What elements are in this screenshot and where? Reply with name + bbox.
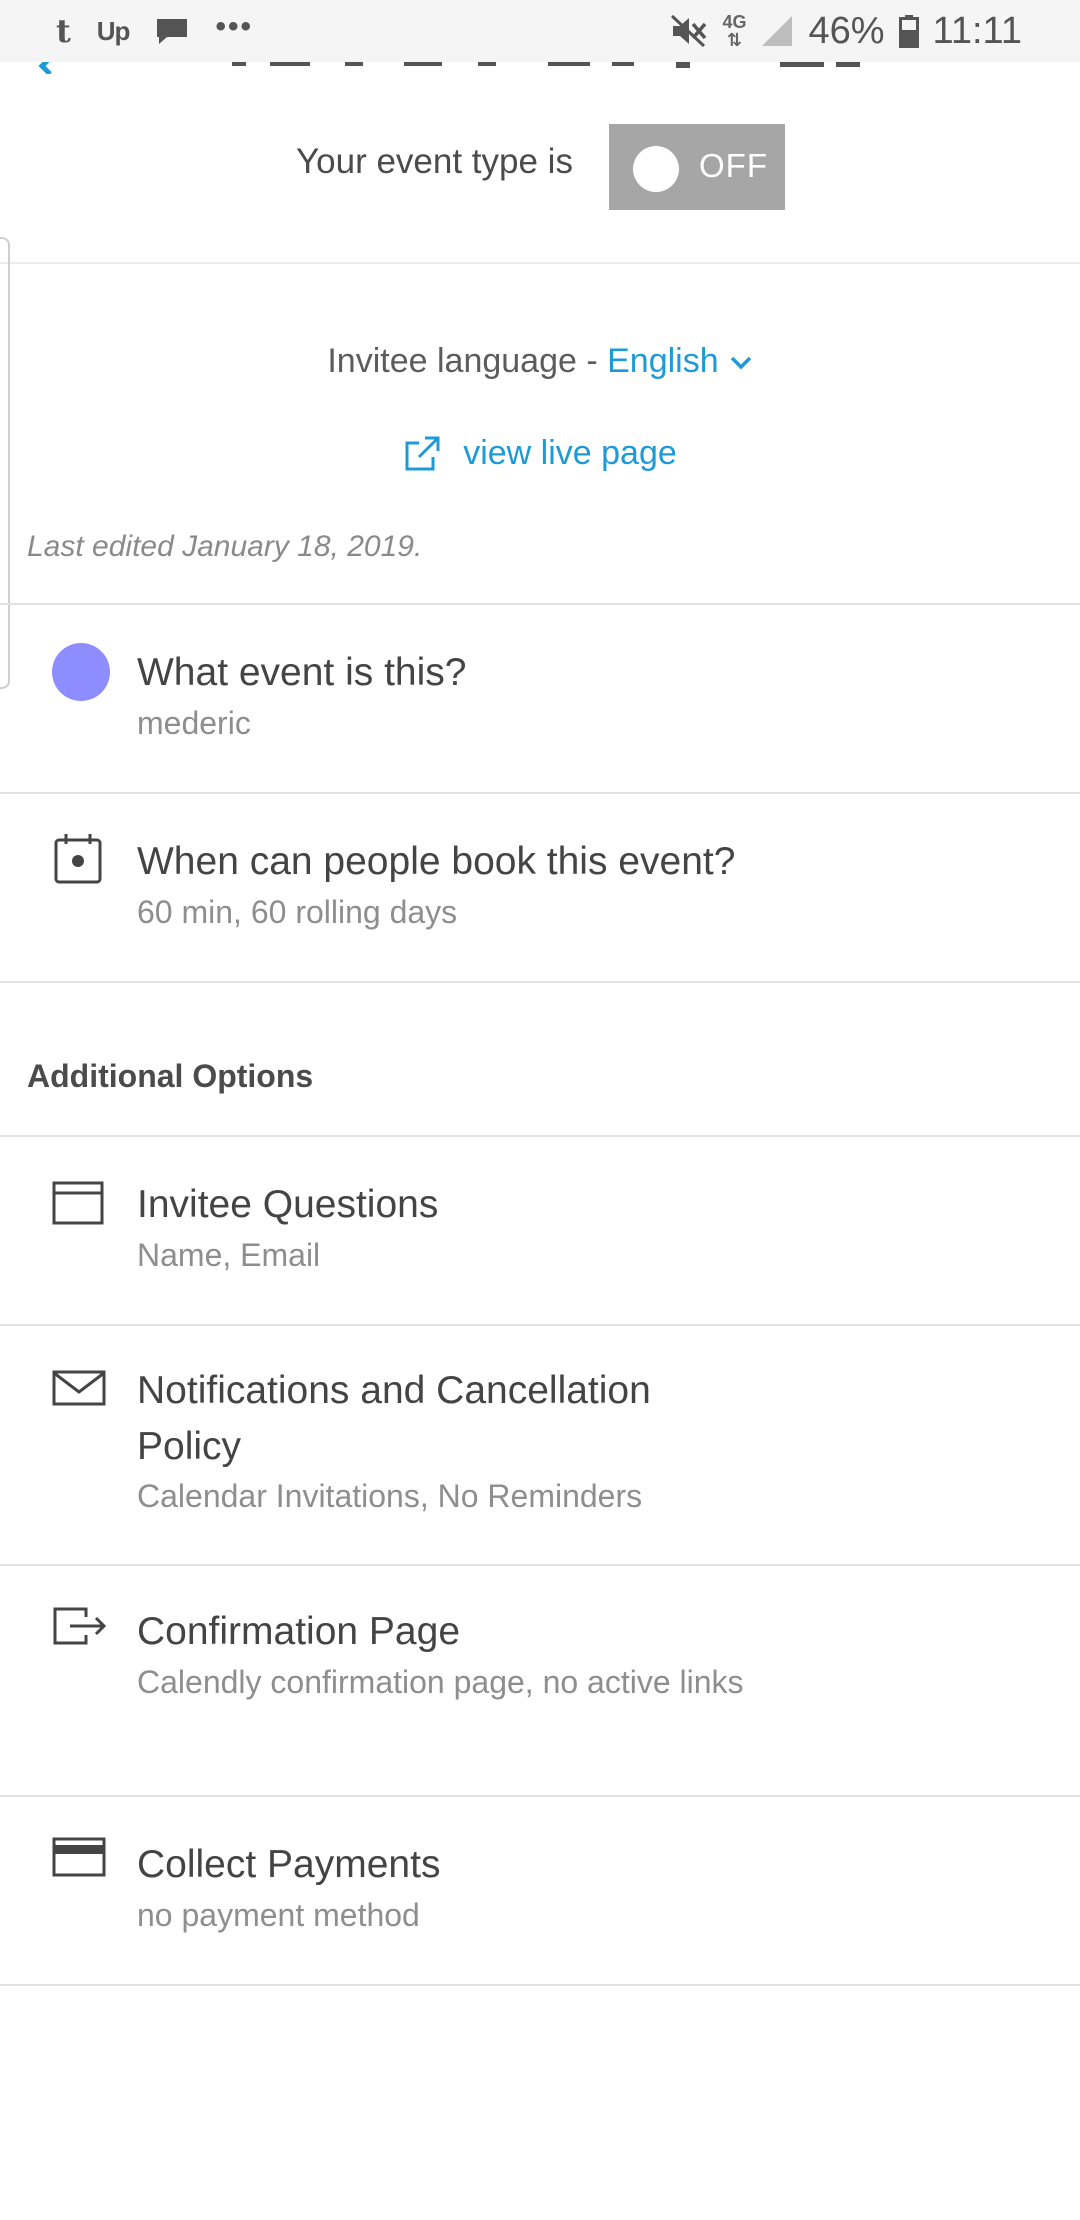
invitee-language-row: Invitee language - English bbox=[0, 342, 1080, 381]
clock: 11:11 bbox=[932, 9, 1022, 52]
toggle-state-text: OFF bbox=[699, 147, 768, 184]
envelope-icon bbox=[52, 1370, 106, 1406]
calendar-icon bbox=[54, 834, 102, 884]
status-bar-system: 4G ⇅ 46% 11:11 bbox=[670, 8, 1022, 54]
divider bbox=[0, 981, 1080, 983]
event-name-value: mederic bbox=[137, 705, 251, 741]
event-availability-value: 60 min, 60 rolling days bbox=[137, 894, 458, 930]
signal-icon bbox=[762, 16, 793, 46]
additional-options-heading: Additional Options bbox=[27, 1058, 314, 1094]
event-status-label: Your event type is bbox=[296, 142, 573, 181]
notifications-row[interactable]: Notifications and Cancellation Policy Ca… bbox=[0, 1326, 1080, 1564]
toggle-knob bbox=[633, 146, 679, 192]
last-edited-text: Last edited January 18, 2019. bbox=[27, 530, 423, 563]
external-link-icon bbox=[405, 436, 440, 470]
divider bbox=[0, 1984, 1080, 1986]
mute-icon bbox=[671, 14, 707, 48]
notifications-value: Calendar Invitations, No Reminders bbox=[137, 1478, 643, 1514]
invitee-questions-value: Name, Email bbox=[137, 1237, 321, 1273]
divider bbox=[0, 262, 1080, 264]
event-name-row[interactable]: What event is this? mederic bbox=[0, 605, 1080, 792]
confirmation-page-value: Calendly confirmation page, no active li… bbox=[137, 1664, 744, 1700]
upwork-icon: Up bbox=[96, 15, 131, 46]
view-live-page-link[interactable]: view live page bbox=[403, 434, 677, 473]
collect-payments-title: Collect Payments bbox=[137, 1843, 441, 1886]
invitee-language-value: English bbox=[607, 342, 719, 380]
confirmation-page-row[interactable]: Confirmation Page Calendly confirmation … bbox=[0, 1566, 1080, 1795]
notifications-title: Notifications and Cancellation Policy bbox=[137, 1369, 651, 1468]
tumblr-icon: t bbox=[56, 12, 71, 50]
event-color-dot-icon bbox=[52, 643, 110, 701]
event-type-page: t Up ••• 4G ⇅ 46% 11:11 Your event type … bbox=[0, 0, 1080, 2220]
event-availability-title: When can people book this event? bbox=[137, 840, 736, 883]
collect-payments-value: no payment method bbox=[137, 1897, 420, 1933]
status-bar-notifications: t Up ••• bbox=[56, 10, 253, 52]
network-type-icon: 4G ⇅ bbox=[722, 12, 747, 50]
invitee-questions-title: Invitee Questions bbox=[137, 1183, 439, 1226]
status-bar: t Up ••• 4G ⇅ 46% 11:11 bbox=[0, 0, 1080, 62]
event-name-title: What event is this? bbox=[137, 651, 467, 694]
invitee-language-label: Invitee language - bbox=[327, 342, 608, 380]
view-live-page-label: view live page bbox=[463, 434, 677, 472]
collect-payments-row[interactable]: Collect Payments no payment method bbox=[0, 1797, 1080, 1984]
battery-icon bbox=[898, 15, 919, 48]
form-icon bbox=[52, 1181, 104, 1225]
header-title-clipped bbox=[232, 62, 860, 68]
battery-percent: 46% bbox=[808, 9, 885, 52]
event-status-row: Your event type is OFF bbox=[0, 124, 1080, 212]
more-dots-icon: ••• bbox=[215, 10, 253, 43]
exit-icon bbox=[53, 1607, 107, 1645]
chevron-down-icon bbox=[730, 356, 751, 370]
invitee-language-dropdown[interactable]: English bbox=[607, 342, 753, 380]
event-availability-row[interactable]: When can people book this event? 60 min,… bbox=[0, 794, 1080, 981]
confirmation-page-title: Confirmation Page bbox=[137, 1610, 461, 1653]
view-live-page-row: view live page bbox=[0, 434, 1080, 482]
message-icon bbox=[157, 19, 188, 44]
credit-card-icon bbox=[52, 1837, 106, 1877]
invitee-questions-row[interactable]: Invitee Questions Name, Email bbox=[0, 1137, 1080, 1324]
event-status-toggle[interactable]: OFF bbox=[609, 124, 785, 210]
